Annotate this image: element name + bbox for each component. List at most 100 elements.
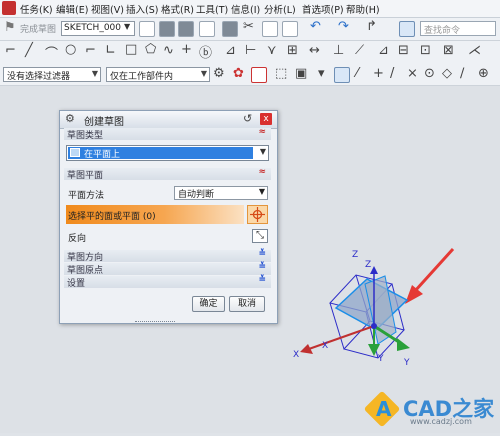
scope-value: 仅在工作部件内 <box>110 72 174 82</box>
save-icon[interactable] <box>222 21 238 37</box>
polygon-icon[interactable]: ⬠ <box>145 42 156 57</box>
geometric-constraint-icon[interactable]: ⊥ <box>333 43 344 58</box>
arc-icon[interactable]: ⌒ <box>45 43 58 62</box>
snap-point-icon[interactable]: ▣ <box>295 66 307 81</box>
expand-icon[interactable]: ≚ <box>258 262 266 272</box>
rectangle-icon[interactable]: □ <box>125 42 137 57</box>
section-sketch-plane[interactable]: 草图平面 ≈ <box>64 167 271 181</box>
menu-bar: 任务(K) 编辑(E) 视图(V) 插入(S) 格式(R) 工具(T) 信息(I… <box>0 0 500 18</box>
section-sketch-plane-label: 草图平面 <box>67 171 104 181</box>
control-point-icon[interactable]: / <box>390 66 394 81</box>
mid-point-icon[interactable]: + <box>373 66 384 81</box>
profile-icon[interactable]: ⌐ <box>5 43 16 58</box>
ok-button[interactable]: 确定 <box>192 296 225 312</box>
create-inferred-icon[interactable]: ⋌ <box>468 43 481 58</box>
collapse-icon[interactable]: ≈ <box>258 127 266 137</box>
alternate-solution-icon[interactable]: ⊡ <box>420 43 431 58</box>
reset-icon[interactable]: ↺ <box>243 112 252 125</box>
menu-edit[interactable]: 编辑(E) <box>56 2 88 16</box>
convert-reference-icon[interactable]: ⊟ <box>398 43 409 58</box>
toolbar-row-1: ⚑ 完成草图 SKETCH_000 ▼ ✂ ↶ ↷ ↱ 查找命令 <box>0 18 500 41</box>
sketch-name-dropdown-icon[interactable]: ▼ <box>124 22 130 31</box>
section-sketch-orientation[interactable]: 草图方向 ≚ <box>64 249 271 263</box>
pick-plane-button[interactable] <box>247 205 268 224</box>
finish-sketch-flag-icon[interactable]: ⚑ <box>4 20 16 35</box>
point-on-face-icon[interactable]: ⊕ <box>478 66 489 81</box>
quick-extend-icon[interactable]: ⊢ <box>245 43 256 58</box>
undo-icon[interactable]: ↶ <box>310 19 321 34</box>
plane-icon <box>70 148 80 157</box>
spline-icon[interactable]: ∿ <box>163 43 174 58</box>
deselect-icon[interactable] <box>251 67 267 83</box>
selection-intent-icon[interactable]: ⬚ <box>275 66 287 81</box>
menu-preferences[interactable]: 首选项(P) <box>302 2 344 16</box>
menu-format[interactable]: 格式(R) <box>161 2 194 16</box>
point-on-curve-icon[interactable]: ∕ <box>460 66 464 81</box>
search-input[interactable]: 查找命令 <box>420 21 496 36</box>
menu-info[interactable]: 信息(I) <box>231 2 260 16</box>
expand-icon[interactable]: ≚ <box>258 275 266 285</box>
section-sketch-origin[interactable]: 草图原点 ≚ <box>64 262 271 276</box>
watermark-logo-letter: A <box>376 397 392 421</box>
scope-dropdown[interactable]: 仅在工作部件内 ▼ <box>106 67 210 82</box>
collapse-icon[interactable]: ≈ <box>258 167 266 177</box>
circle-icon[interactable]: ○ <box>65 42 76 57</box>
fast-dimension-icon[interactable]: ↔ <box>309 43 320 58</box>
arc-center-icon[interactable]: ⊙ <box>424 66 435 81</box>
sketch-type-dropdown[interactable]: 在平面上 ▼ <box>66 145 269 161</box>
app-logo-icon[interactable] <box>2 1 16 15</box>
selection-filter-dropdown[interactable]: 没有选择过滤器 ▼ <box>3 67 101 82</box>
menu-tools[interactable]: 工具(T) <box>196 2 228 16</box>
resize-grip[interactable] <box>135 321 175 325</box>
auto-constrain-icon[interactable]: ⟋ <box>355 43 364 58</box>
copy-icon[interactable] <box>262 21 278 37</box>
cube-icon[interactable] <box>334 67 350 83</box>
settings-gear-icon[interactable]: ⚙ <box>213 66 225 81</box>
plane-method-dropdown[interactable]: 自动判断 ▼ <box>174 186 268 200</box>
select-plane-row[interactable]: 选择平的面或平面 (0) <box>66 205 244 224</box>
chevron-down-icon: ▼ <box>200 69 207 78</box>
command-finder-icon[interactable]: ↱ <box>366 19 377 34</box>
plane-method-value: 自动判断 <box>178 190 215 200</box>
quadrant-icon[interactable]: ◇ <box>442 66 452 81</box>
menu-view[interactable]: 视图(V) <box>91 2 124 16</box>
update-model-icon[interactable] <box>178 21 194 37</box>
gear-icon[interactable]: ⚙ <box>65 112 75 125</box>
menu-analysis[interactable]: 分析(L) <box>264 2 296 16</box>
redo-icon[interactable]: ↷ <box>338 19 349 34</box>
inferred-constraints-icon[interactable]: ⊠ <box>443 43 454 58</box>
orient-view-icon[interactable] <box>139 21 155 37</box>
finish-sketch-button[interactable]: 完成草图 <box>20 22 56 35</box>
line-icon[interactable]: ╱ <box>25 43 33 58</box>
make-corner-icon[interactable]: ⋎ <box>267 43 277 58</box>
reattach-icon[interactable] <box>159 21 175 37</box>
mirror-curve-icon[interactable]: ⊞ <box>287 43 298 58</box>
offset-curve-icon[interactable]: ⓑ <box>199 42 212 61</box>
dialog-title-bar[interactable]: ⚙ 创建草图 ↺ x <box>60 111 277 129</box>
cancel-button[interactable]: 取消 <box>229 296 265 312</box>
menu-help[interactable]: 帮助(H) <box>346 2 380 16</box>
end-point-icon[interactable]: ⁄ <box>356 66 358 81</box>
cut-icon[interactable]: ✂ <box>243 19 254 34</box>
menu-insert[interactable]: 插入(S) <box>126 2 158 16</box>
close-icon[interactable]: x <box>260 113 272 125</box>
select-all-icon[interactable]: ✿ <box>233 66 244 81</box>
window-icon[interactable] <box>399 21 415 37</box>
intersection-icon[interactable]: ⨯ <box>407 66 418 81</box>
section-settings[interactable]: 设置 ≚ <box>64 275 271 289</box>
dropdown-icon[interactable]: ▾ <box>318 66 325 81</box>
chamfer-icon[interactable]: ∟ <box>105 43 116 58</box>
sketch-options-icon[interactable] <box>199 21 215 37</box>
point-icon[interactable]: + <box>181 42 192 57</box>
selection-filter-value: 没有选择过滤器 <box>7 72 71 82</box>
x-axis-label-2: X <box>322 341 329 351</box>
paste-icon[interactable] <box>282 21 298 37</box>
expand-icon[interactable]: ≚ <box>258 249 266 259</box>
fillet-icon[interactable]: ⌐ <box>85 43 96 58</box>
reverse-direction-button[interactable]: ⤡ <box>252 229 268 243</box>
y-axis-label-2: Y <box>378 354 384 364</box>
quick-trim-icon[interactable]: ⊿ <box>225 43 236 58</box>
menu-task[interactable]: 任务(K) <box>20 2 53 16</box>
show-constraints-icon[interactable]: ⊿ <box>378 43 389 58</box>
section-sketch-type[interactable]: 草图类型 ≈ <box>64 127 271 141</box>
